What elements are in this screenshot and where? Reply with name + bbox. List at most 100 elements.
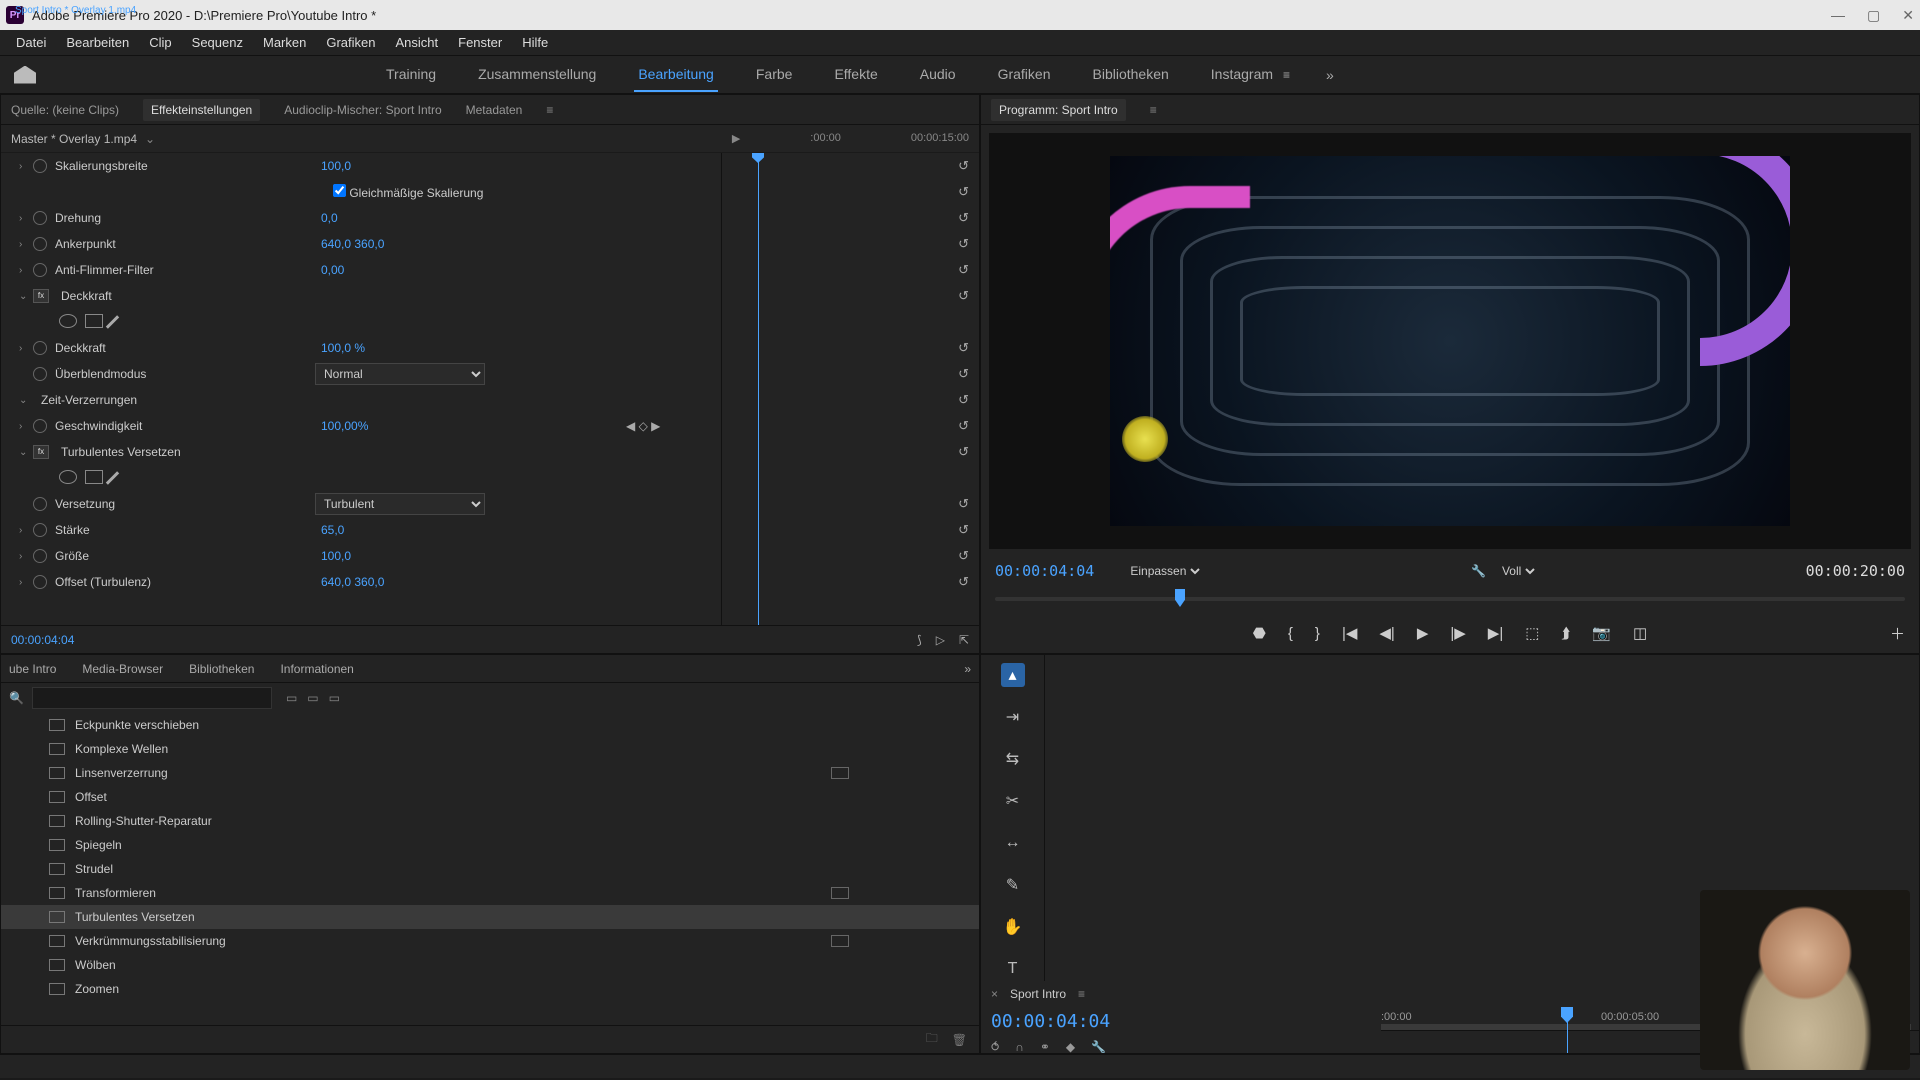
type-tool-icon[interactable]: T	[1001, 957, 1025, 981]
effect-item[interactable]: Spiegeln	[1, 833, 979, 857]
hand-tool-icon[interactable]: ✋	[1001, 915, 1025, 939]
menu-fenster[interactable]: Fenster	[448, 31, 512, 54]
workspace-overflow-icon[interactable]: »	[1326, 67, 1334, 83]
add-marker-icon[interactable]: ⬣	[1253, 624, 1266, 642]
step-forward-icon[interactable]: |▶	[1450, 624, 1465, 642]
twirl-icon[interactable]: ›	[19, 239, 33, 250]
menu-clip[interactable]: Clip	[139, 31, 181, 54]
workspace-tab[interactable]: Bearbeitung	[634, 58, 718, 92]
effect-item[interactable]: Zoomen	[1, 977, 979, 1001]
effect-item[interactable]: Turbulentes Versetzen	[1, 905, 979, 929]
ec-playhead-icon[interactable]	[752, 153, 764, 163]
delete-icon[interactable]: 🗑	[952, 1033, 967, 1047]
slip-tool-icon[interactable]: ↔	[1001, 831, 1025, 855]
keyframe-stopwatch-icon[interactable]	[33, 263, 47, 277]
program-monitor[interactable]	[989, 133, 1911, 549]
workspace-tab[interactable]: Training	[382, 58, 440, 92]
ec-prop-value[interactable]: 0,0	[321, 211, 338, 225]
effect-item[interactable]: Strudel	[1, 857, 979, 881]
timeline-timecode[interactable]: 00:00:04:04	[981, 1007, 1181, 1036]
settings-wrench-icon[interactable]: 🔧	[1471, 564, 1486, 578]
button-editor-icon[interactable]: ＋	[1890, 623, 1905, 644]
ec-prop-value[interactable]: 100,0	[321, 159, 351, 173]
keyframe-stopwatch-icon[interactable]	[33, 341, 47, 355]
keyframe-stopwatch-icon[interactable]	[33, 419, 47, 433]
close-button[interactable]: ✕	[1902, 7, 1914, 24]
workspace-menu-icon[interactable]: ≡	[1283, 68, 1290, 82]
play-icon[interactable]: ▶	[732, 132, 740, 145]
ec-dropdown[interactable]: Turbulent	[315, 493, 485, 515]
step-back-icon[interactable]: ◀|	[1379, 624, 1394, 642]
track-select-tool-icon[interactable]: ⇥	[1001, 705, 1025, 729]
ec-prop-value[interactable]: 65,0	[321, 523, 344, 537]
settings-icon[interactable]: 🔧	[1091, 1040, 1106, 1054]
rect-mask-icon[interactable]	[85, 314, 103, 328]
effect-item[interactable]: Komplexe Wellen	[1, 737, 979, 761]
program-resolution-dropdown[interactable]: Voll	[1498, 563, 1538, 579]
selection-tool-icon[interactable]: ▴	[1001, 663, 1025, 687]
source-tab[interactable]: Effekteinstellungen	[143, 99, 260, 121]
play-only-icon[interactable]: ▷	[936, 633, 945, 647]
twirl-icon[interactable]: ⌄	[19, 447, 33, 458]
ec-keyframe-track[interactable]	[721, 153, 961, 625]
ec-prop-value[interactable]: 100,0	[321, 549, 351, 563]
keyframe-stopwatch-icon[interactable]	[33, 523, 47, 537]
filter-icon[interactable]: ⟆	[917, 633, 922, 647]
menu-sequenz[interactable]: Sequenz	[182, 31, 253, 54]
keyframe-stopwatch-icon[interactable]	[33, 549, 47, 563]
effect-item[interactable]: Transformieren	[1, 881, 979, 905]
twirl-icon[interactable]: ›	[19, 161, 33, 172]
pen-mask-icon[interactable]	[106, 471, 119, 484]
ellipse-mask-icon[interactable]	[59, 470, 77, 484]
extract-icon[interactable]: ⮭	[1561, 625, 1570, 642]
fx-badge-icon[interactable]: fx	[33, 289, 49, 303]
export-frame-icon[interactable]: 📷	[1592, 624, 1611, 642]
workspace-tab[interactable]: Instagram	[1207, 58, 1277, 92]
effect-item[interactable]: Offset	[1, 785, 979, 809]
project-tab[interactable]: Informationen	[280, 662, 353, 676]
workspace-tab[interactable]: Farbe	[752, 58, 797, 92]
lift-icon[interactable]: ⬚	[1525, 624, 1539, 642]
marker-icon[interactable]: ◆	[1066, 1040, 1075, 1054]
twirl-icon[interactable]: ›	[19, 525, 33, 536]
program-fit-dropdown[interactable]: Einpassen	[1126, 563, 1203, 579]
ellipse-mask-icon[interactable]	[59, 314, 77, 328]
ec-prop-value[interactable]: 0,00	[321, 263, 344, 277]
effect-item[interactable]: Wölben	[1, 953, 979, 977]
program-timecode[interactable]: 00:00:04:04	[995, 562, 1094, 580]
go-to-in-icon[interactable]: |◀	[1342, 624, 1357, 642]
timeline-playhead-icon[interactable]	[1561, 1007, 1573, 1023]
rect-mask-icon[interactable]	[85, 470, 103, 484]
effect-item[interactable]: Linsenverzerrung	[1, 761, 979, 785]
workspace-tab[interactable]: Effekte	[830, 58, 881, 92]
panel-menu-icon[interactable]: ≡	[1150, 103, 1157, 117]
twirl-icon[interactable]: ›	[19, 213, 33, 224]
keyframe-stopwatch-icon[interactable]	[33, 575, 47, 589]
source-tab[interactable]: Metadaten	[466, 103, 523, 117]
accelerated-badge-icon[interactable]: ▭	[307, 691, 318, 705]
pen-mask-icon[interactable]	[106, 315, 119, 328]
menu-ansicht[interactable]: Ansicht	[385, 31, 448, 54]
menu-hilfe[interactable]: Hilfe	[512, 31, 558, 54]
maximize-button[interactable]: ▢	[1867, 7, 1880, 24]
effect-item[interactable]: Rolling-Shutter-Reparatur	[1, 809, 979, 833]
chevron-down-icon[interactable]: ⌄	[145, 132, 155, 146]
minimize-button[interactable]: —	[1831, 7, 1845, 24]
export-frame-icon[interactable]: ⇱	[959, 633, 969, 647]
twirl-icon[interactable]: ›	[19, 343, 33, 354]
twirl-icon[interactable]: ›	[19, 421, 33, 432]
twirl-icon[interactable]: ›	[19, 551, 33, 562]
keyframe-stopwatch-icon[interactable]	[33, 237, 47, 251]
effect-item[interactable]: Eckpunkte verschieben	[1, 713, 979, 737]
ripple-edit-tool-icon[interactable]: ⇆	[1001, 747, 1025, 771]
snap-icon[interactable]: ∩	[1015, 1040, 1024, 1054]
menu-grafiken[interactable]: Grafiken	[316, 31, 385, 54]
panel-overflow-icon[interactable]: »	[964, 662, 971, 676]
pen-tool-icon[interactable]: ✎	[1001, 873, 1025, 897]
twirl-icon[interactable]: ›	[19, 577, 33, 588]
sequence-tab[interactable]: Sport Intro	[1010, 987, 1066, 1001]
effect-controls-body[interactable]: ›Skalierungsbreite100,0↺ Gleichmäßige Sk…	[1, 153, 979, 625]
effect-item[interactable]: Verkrümmungsstabilisierung	[1, 929, 979, 953]
go-to-out-icon[interactable]: ▶|	[1488, 624, 1503, 642]
panel-menu-icon[interactable]: ≡	[1078, 987, 1085, 1001]
